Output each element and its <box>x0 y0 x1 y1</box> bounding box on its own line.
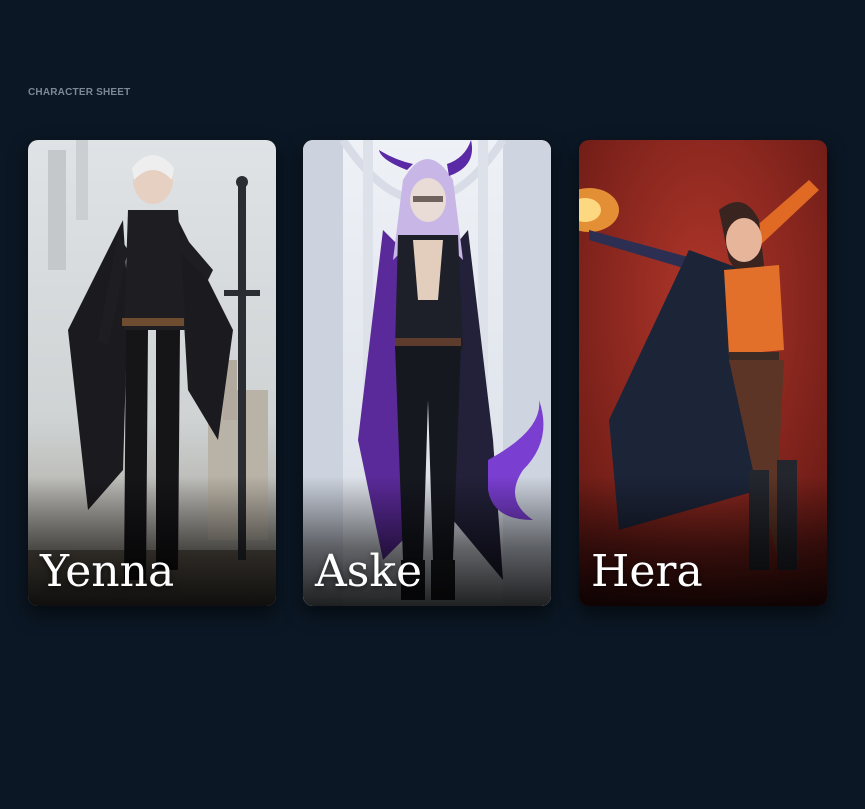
section-label: CHARACTER SHEET <box>28 87 131 98</box>
character-card-aske[interactable]: Aske <box>303 140 551 606</box>
character-name: Aske <box>315 546 423 597</box>
character-name: Yenna <box>40 546 175 597</box>
character-card-yenna[interactable]: Yenna <box>28 140 276 606</box>
character-card-hera[interactable]: Hera <box>579 140 827 606</box>
character-name: Hera <box>591 546 703 597</box>
